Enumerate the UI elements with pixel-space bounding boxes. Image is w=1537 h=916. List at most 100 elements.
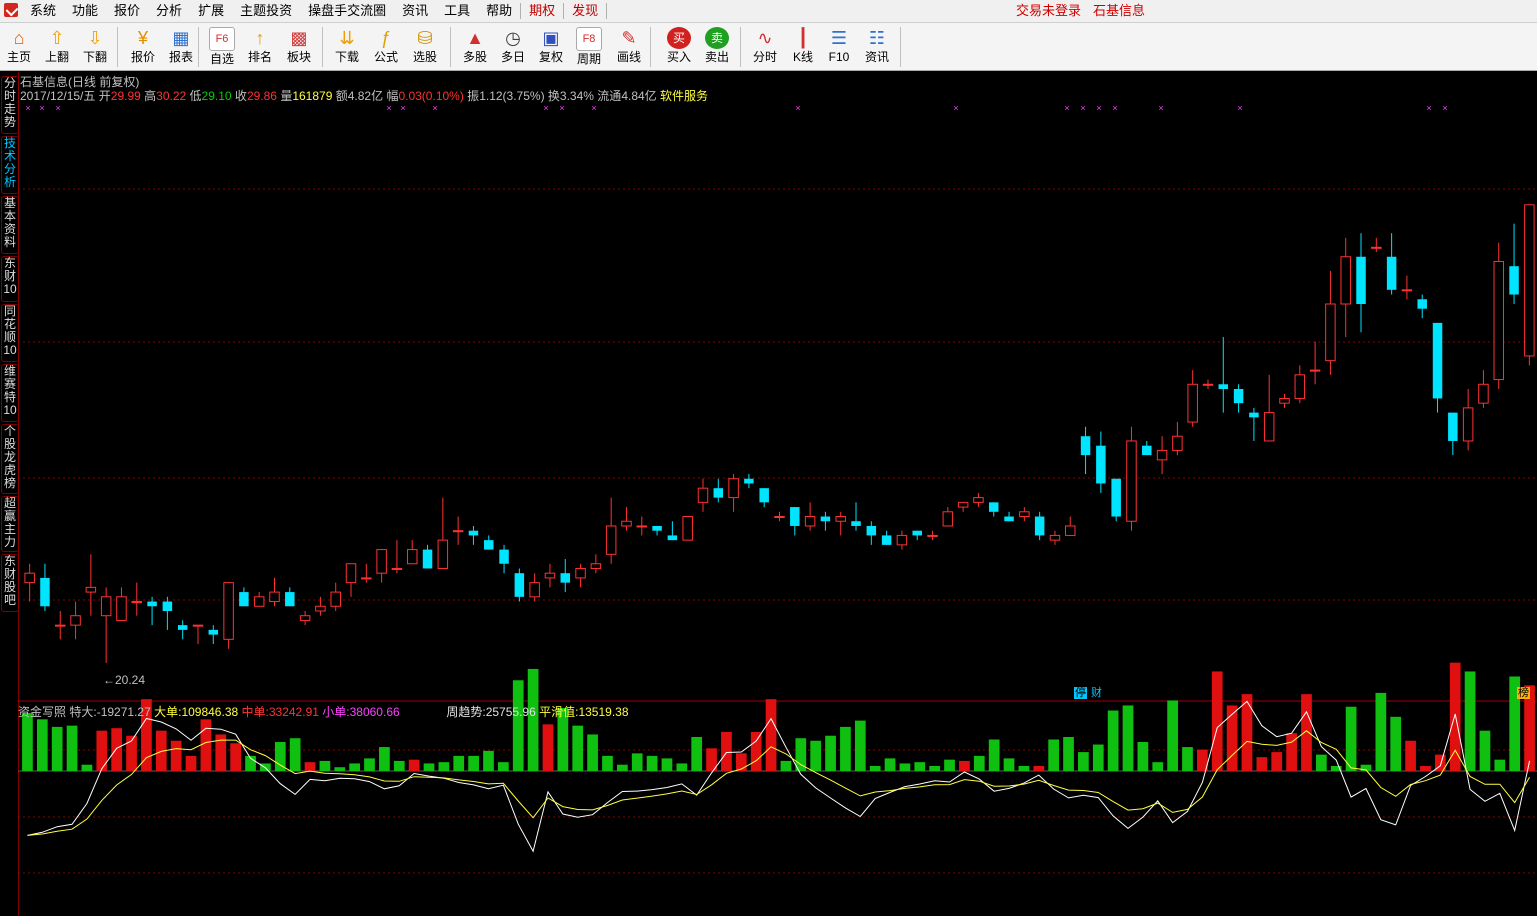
event-marker-icon: × xyxy=(1064,103,1069,113)
candle-body-down xyxy=(1448,412,1458,441)
ranking-tag[interactable]: 榜 xyxy=(1517,687,1530,699)
candle-body-down xyxy=(1142,445,1152,456)
toolbar-button-multi-stock[interactable]: ▲ 多股 xyxy=(456,25,494,69)
candle-body-down xyxy=(1004,516,1014,522)
fund-flow-bar xyxy=(1137,742,1149,771)
toolbar-button-download[interactable]: ⇊ 下载 xyxy=(328,25,366,69)
side-tab[interactable]: 技术分析 xyxy=(1,136,19,194)
menu-item[interactable]: 工具 xyxy=(436,0,478,22)
toolbar-button-label: 报表 xyxy=(168,50,193,64)
fund-flow-bar xyxy=(408,759,420,771)
toolbar-button-f10[interactable]: ☰ F10 xyxy=(820,25,858,69)
toolbar-button-restore[interactable]: ▣ 复权 xyxy=(532,25,570,69)
side-tab[interactable]: 东财股吧 xyxy=(1,554,19,612)
toolbar-button-yuan[interactable]: ¥ 报价 xyxy=(124,25,162,69)
fund-flow-bar xyxy=(1494,759,1506,771)
candle-body-up xyxy=(223,582,234,640)
menu-right: 交易未登录 石基信息 xyxy=(1016,0,1145,22)
fund-flow-bar xyxy=(1449,662,1461,771)
toolbar-button-f6[interactable]: F6 自选 xyxy=(203,25,241,69)
sell-icon: 卖 xyxy=(705,27,729,49)
event-marker-icon: × xyxy=(1096,103,1101,113)
toolbar-button-arrow-up[interactable]: ⇧ 上翻 xyxy=(38,25,76,69)
fund-flow-bar xyxy=(1092,744,1104,771)
fund-flow-bar xyxy=(1405,740,1416,771)
menu-item[interactable]: 报价 xyxy=(106,0,148,22)
side-tab[interactable]: 东财10 xyxy=(1,256,19,302)
toolbar-button-news[interactable]: ☷ 资讯 xyxy=(858,25,896,69)
indicator-name[interactable]: 资金写照 xyxy=(18,705,66,719)
menu-item[interactable]: 分析 xyxy=(148,0,190,22)
fund-flow-bar xyxy=(22,713,33,771)
menu-item[interactable]: 主题投资 xyxy=(232,0,300,22)
menu-item[interactable]: 系统 xyxy=(22,0,64,22)
info-close-label: 收 xyxy=(234,89,247,103)
info-low: 29.10 xyxy=(201,89,232,103)
toolbar-button-formula[interactable]: ƒ 公式 xyxy=(367,25,405,69)
fund-flow-bar xyxy=(1182,747,1193,771)
candle-body-up xyxy=(1371,246,1382,249)
event-marker-icon: × xyxy=(591,103,596,113)
toolbar-button-f8[interactable]: F8 周期 xyxy=(570,25,608,69)
menu-item[interactable]: 帮助 xyxy=(478,0,520,22)
toolbar-button-draw-line[interactable]: ✎ 画线 xyxy=(610,25,648,69)
menu-item[interactable]: 扩展 xyxy=(190,0,232,22)
menu-item[interactable]: 资讯 xyxy=(394,0,436,22)
candle-body-up xyxy=(1325,303,1336,362)
fund-flow-bar xyxy=(1375,692,1387,771)
finance-tag[interactable]: 财 xyxy=(1090,687,1103,699)
toolbar-button-label: 排名 xyxy=(247,50,272,64)
side-tab[interactable]: 维赛特10 xyxy=(1,364,19,422)
fund-flow-bar xyxy=(1226,705,1238,771)
toolbar-button-report[interactable]: ▦ 报表 xyxy=(162,25,200,69)
fund-flow-bar xyxy=(542,724,554,771)
dadan-value: 109846.38 xyxy=(181,705,239,719)
side-tab[interactable]: 基本资料 xyxy=(1,196,19,254)
candle-body-up xyxy=(1156,449,1168,461)
smooth-value: 13519.38 xyxy=(578,705,629,719)
tedan-label: 特大: xyxy=(69,705,97,719)
fund-flow-bar xyxy=(869,765,881,771)
side-tab[interactable]: 同花顺10 xyxy=(1,304,19,362)
toolbar-button-home[interactable]: ⌂ 主页 xyxy=(0,25,38,69)
login-status[interactable]: 交易未登录 xyxy=(1016,0,1081,22)
menu-item-red[interactable]: 发现 xyxy=(564,0,606,22)
fund-flow-bar xyxy=(854,720,866,771)
side-tab[interactable]: 个股龙虎榜 xyxy=(1,424,19,494)
toolbar-button-arrow-down[interactable]: ⇩ 下翻 xyxy=(76,25,114,69)
candle-body-up xyxy=(345,563,357,584)
side-tab[interactable]: 超赢主力 xyxy=(1,496,19,552)
candle-body-up xyxy=(1340,256,1351,305)
toolbar-button-ranking[interactable]: ↑ 排名 xyxy=(241,25,279,69)
candle-body-up xyxy=(957,501,969,508)
fund-flow-bar xyxy=(1078,752,1089,771)
candle-body-up xyxy=(452,530,464,533)
fund-flow-bar xyxy=(944,759,955,771)
fund-flow-bar xyxy=(51,726,63,771)
chart-area[interactable]: ×××××××××××××××××××× xyxy=(18,72,1537,916)
info-sector[interactable]: 软件服务 xyxy=(660,89,708,103)
event-marker-icon: × xyxy=(1442,103,1447,113)
menu-item[interactable]: 功能 xyxy=(64,0,106,22)
xiaodan-value: 38060.66 xyxy=(349,705,400,719)
toolbar-button-label: 主页 xyxy=(6,50,31,64)
toolbar-button-sell[interactable]: 卖卖出 xyxy=(698,25,736,69)
toolbar-button-kline[interactable]: ┃ K线 xyxy=(784,25,822,69)
candle-body-up xyxy=(299,615,311,621)
info-float: 4.84亿 xyxy=(621,89,657,103)
menu-item-red[interactable]: 期权 xyxy=(521,0,563,22)
side-tab[interactable]: 分时走势 xyxy=(1,76,19,134)
fund-flow-bar xyxy=(1063,736,1074,771)
toolbar-button-buy[interactable]: 买买入 xyxy=(660,25,698,69)
info-low-label: 低 xyxy=(189,89,202,103)
info-open-label: 开 xyxy=(98,89,111,103)
toolbar-button-stock-pick[interactable]: ⛁ 选股 xyxy=(406,25,444,69)
toolbar-button-label: 多日 xyxy=(500,50,525,64)
toolbar-button-grid[interactable]: ▩ 板块 xyxy=(280,25,318,69)
toolbar-button-intraday[interactable]: ∿ 分时 xyxy=(746,25,784,69)
suspend-tag[interactable]: 停 xyxy=(1074,687,1087,699)
candle-body-down xyxy=(912,530,922,536)
menu-item[interactable]: 操盘手交流圈 xyxy=(300,0,394,22)
toolbar-button-clock[interactable]: ◷ 多日 xyxy=(494,25,532,69)
info-turn: 3.34% xyxy=(559,89,594,103)
